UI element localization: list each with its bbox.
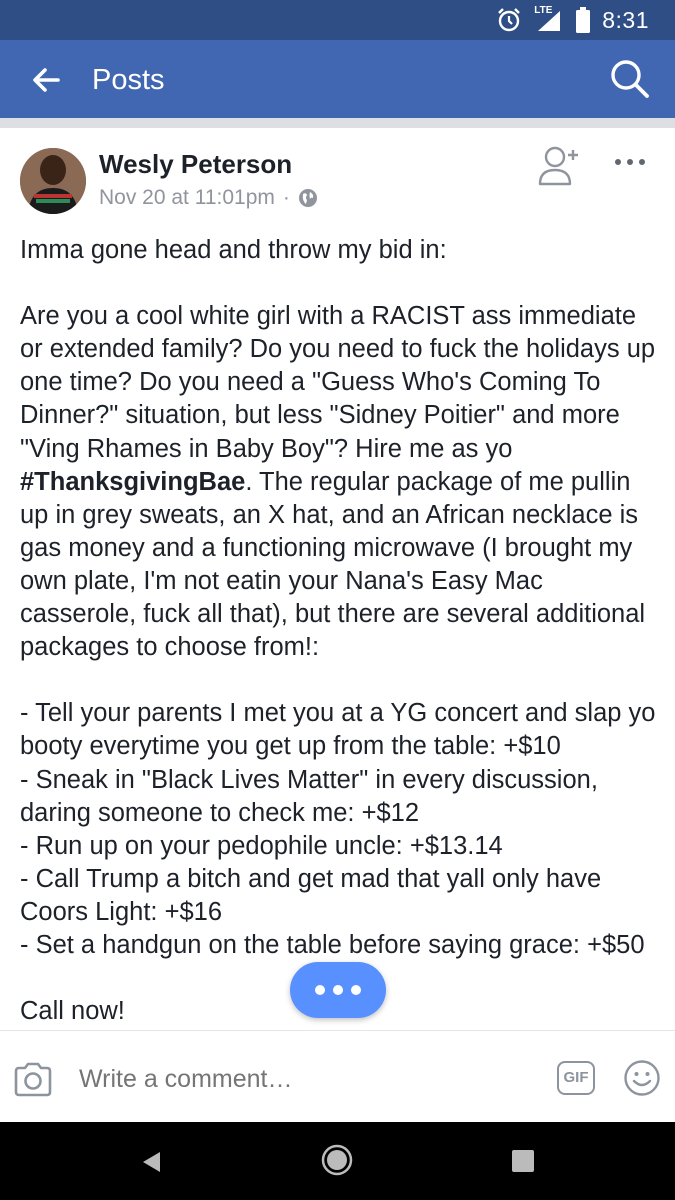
- alarm-icon: [498, 8, 521, 32]
- search-icon[interactable]: [609, 58, 651, 100]
- post-body: Imma gone head and throw my bid in: Are …: [20, 234, 660, 1028]
- post-author[interactable]: Wesly Peterson: [99, 148, 292, 180]
- comment-bar: GIF: [0, 1030, 675, 1123]
- battery-icon: [576, 7, 591, 33]
- post-meta: Nov 20 at 11:01pm ·: [99, 184, 318, 212]
- meta-separator: ·: [282, 186, 290, 209]
- profile-photo: [20, 148, 86, 214]
- network-indicator: LTE: [534, 5, 564, 33]
- system-nav-bar: [0, 1122, 675, 1200]
- chat-heads-button[interactable]: [290, 962, 386, 1018]
- comment-input[interactable]: [79, 1061, 519, 1097]
- package-item: - Call Trump a bitch and get mad that ya…: [20, 864, 602, 926]
- status-bar: LTE 8:31: [0, 0, 675, 40]
- nav-recent-apps-icon[interactable]: [512, 1150, 534, 1172]
- post-paragraph: Imma gone head and throw my bid in:: [20, 236, 447, 264]
- post-text: Are you a cool white girl with a RACIST …: [20, 302, 656, 463]
- hashtag-link[interactable]: #ThanksgivingBae: [20, 468, 245, 496]
- signal-icon: [538, 11, 561, 31]
- app-header: Posts: [0, 40, 675, 118]
- nav-back-icon[interactable]: [140, 1150, 164, 1174]
- camera-icon[interactable]: [13, 1061, 53, 1097]
- gif-button[interactable]: GIF: [557, 1061, 595, 1095]
- avatar[interactable]: [20, 148, 86, 214]
- dot: [315, 985, 325, 995]
- package-item: - Set a handgun on the table before sayi…: [20, 930, 645, 959]
- dot: [351, 985, 361, 995]
- post-timestamp[interactable]: Nov 20 at 11:01pm: [99, 184, 275, 212]
- status-icons: LTE 8:31: [496, 5, 649, 34]
- package-item: - Sneak in "Black Lives Matter" in every…: [20, 765, 598, 827]
- dot: [333, 985, 343, 995]
- package-item: - Run up on your pedophile uncle: +$13.1…: [20, 831, 503, 860]
- more-options-icon[interactable]: [612, 150, 648, 174]
- feed-separator: [0, 118, 675, 128]
- nav-home-icon[interactable]: [321, 1144, 353, 1176]
- add-friend-icon[interactable]: [538, 144, 582, 186]
- post-text: . The regular package of me pullin up in…: [20, 467, 646, 662]
- globe-icon: [298, 189, 317, 207]
- back-arrow-icon[interactable]: [28, 62, 64, 98]
- page-title: Posts: [92, 64, 165, 96]
- emoji-icon[interactable]: [623, 1059, 661, 1097]
- status-time: 8:31: [602, 6, 649, 33]
- post-paragraph: Are you a cool white girl with a RACIST …: [20, 300, 660, 664]
- package-item: - Tell your parents I met you at a YG co…: [20, 699, 656, 761]
